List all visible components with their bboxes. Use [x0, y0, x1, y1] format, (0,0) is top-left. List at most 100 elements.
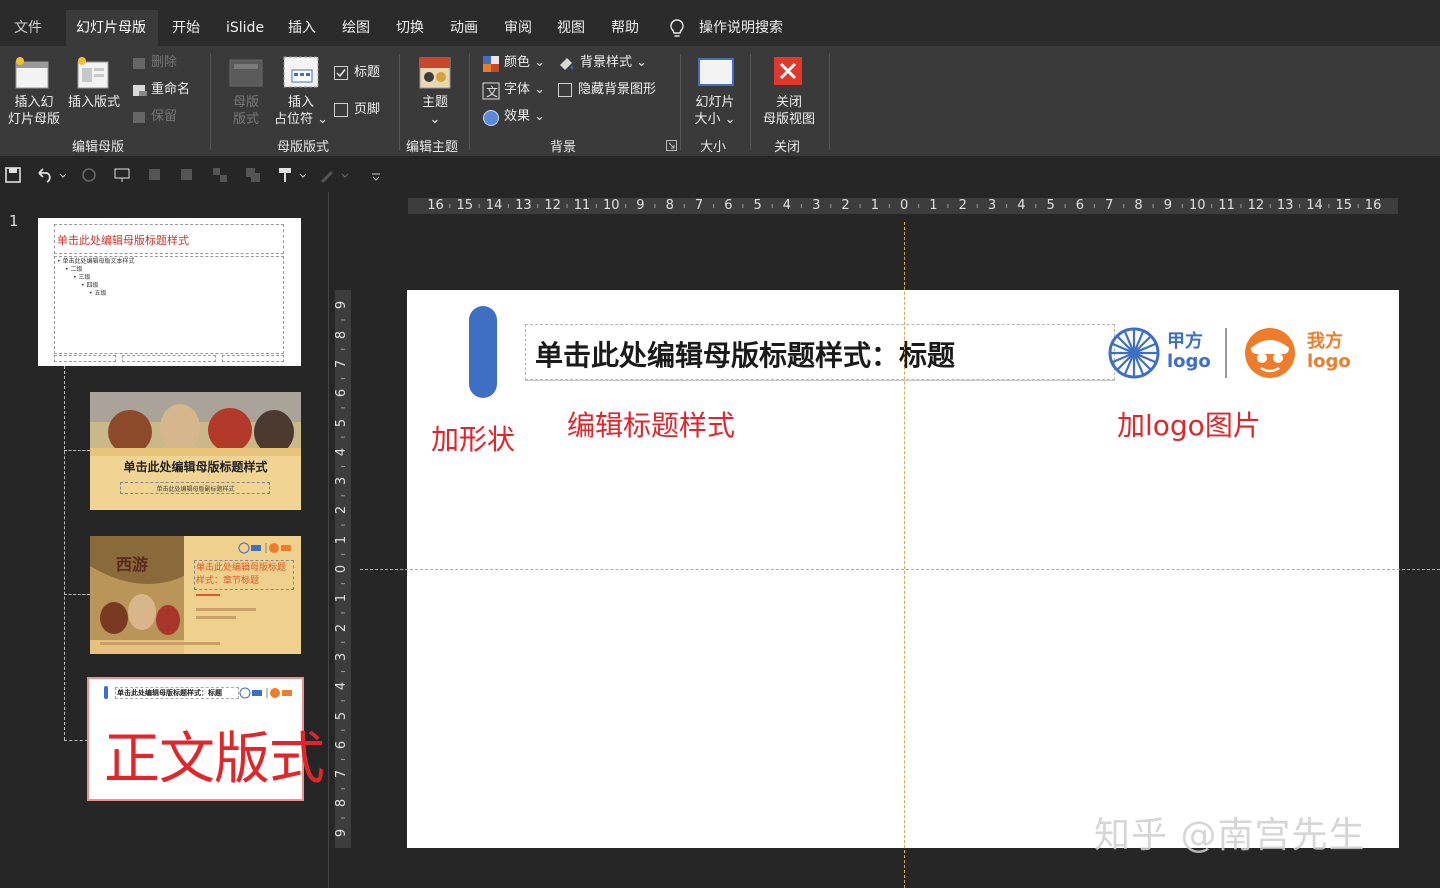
- ruler-label: 10: [1189, 198, 1206, 213]
- save-icon[interactable]: [4, 166, 22, 184]
- delete-button[interactable]: 删除: [151, 53, 177, 73]
- ruler-label: 11: [1218, 198, 1235, 213]
- close-master-view-icon: [774, 57, 802, 85]
- rename-button[interactable]: 重命名: [151, 80, 190, 100]
- tab-slide-master[interactable]: 幻灯片母版: [66, 10, 158, 46]
- ruler-label: 4: [334, 447, 350, 456]
- footer-checkbox-label[interactable]: 页脚: [354, 100, 380, 120]
- fonts-button[interactable]: 字体 ⌄: [504, 80, 545, 100]
- characters-image: [90, 392, 301, 456]
- colors-button[interactable]: 颜色 ⌄: [504, 53, 545, 73]
- format-painter-icon[interactable]: [276, 166, 294, 184]
- tab-review[interactable]: 审阅: [500, 10, 536, 46]
- thumb-text-line: [100, 642, 220, 645]
- bring-forward-icon[interactable]: [178, 166, 196, 184]
- pane-divider[interactable]: [328, 192, 329, 888]
- our-logo-icon[interactable]: [1243, 326, 1297, 380]
- close-master-view-button[interactable]: 关闭 母版视图: [756, 94, 822, 128]
- client-logo-text: 甲方 logo: [1167, 331, 1211, 372]
- tab-help[interactable]: 帮助: [607, 10, 643, 46]
- rounded-shape[interactable]: [469, 306, 497, 398]
- thumbnail-layout-section[interactable]: 西游 单击此处编辑母版标题样式：章节标题: [90, 536, 301, 654]
- ribbon: 插入幻 灯片母版 插入版式 删除 重命名 保留 编辑母版 母版 版式 插入 占位…: [0, 46, 1440, 156]
- preserve-button[interactable]: 保留: [151, 107, 177, 127]
- ruler-label: 1: [929, 198, 938, 213]
- insert-layout-button[interactable]: 插入版式: [64, 94, 124, 111]
- tab-animations[interactable]: 动画: [446, 10, 482, 46]
- thumbnail-layout-title[interactable]: 单击此处编辑母版标题样式 单击此处编辑母版副标题样式: [90, 392, 301, 510]
- tab-file[interactable]: 文件: [10, 10, 46, 46]
- quick-access-toolbar: [0, 160, 400, 192]
- title-underline[interactable]: [525, 380, 1115, 381]
- chevron-down-icon[interactable]: [58, 166, 68, 184]
- horizontal-guide[interactable]: [360, 569, 1440, 570]
- thumb-body: • 单击此处编辑母版文本样式 • 二级 • 三级 • 四级 • 五级: [57, 258, 135, 297]
- ruler-label: 1: [334, 535, 350, 544]
- slide-number: 1: [9, 212, 19, 230]
- ruler-label: 5: [1046, 198, 1055, 213]
- tree-connector: [64, 594, 90, 595]
- insert-slide-master-button[interactable]: 插入幻 灯片母版: [4, 94, 64, 128]
- client-logo-icon[interactable]: [1107, 326, 1161, 380]
- redo-icon[interactable]: [80, 166, 98, 184]
- hide-background-label[interactable]: 隐藏背景图形: [578, 80, 656, 100]
- customize-qat-icon[interactable]: [370, 166, 382, 184]
- chevron-down-icon[interactable]: [340, 166, 350, 184]
- thumb-layout3-title: 单击此处编辑母版标题样式：标题: [117, 689, 222, 697]
- title-checkbox[interactable]: [334, 66, 348, 80]
- group-label-size: 大小: [700, 140, 727, 155]
- tab-home[interactable]: 开始: [168, 10, 204, 46]
- chevron-down-icon[interactable]: [298, 166, 308, 184]
- colors-icon: [483, 56, 499, 72]
- slide-size-button[interactable]: 幻灯片 大小 ⌄: [688, 94, 742, 128]
- annotation-edit-title: 编辑标题样式: [567, 409, 736, 442]
- ruler-label: 9: [636, 198, 645, 213]
- ruler-label: 1: [870, 198, 879, 213]
- vertical-guide[interactable]: [904, 222, 905, 888]
- title-checkbox-label[interactable]: 标题: [354, 63, 380, 83]
- hide-background-checkbox[interactable]: [558, 83, 572, 97]
- group-icon[interactable]: [211, 166, 229, 184]
- tab-insert[interactable]: 插入: [284, 10, 320, 46]
- background-styles-button[interactable]: 背景样式 ⌄: [580, 53, 647, 73]
- undo-icon[interactable]: [36, 166, 54, 184]
- shape-icon[interactable]: [146, 166, 164, 184]
- group-label-background: 背景: [550, 140, 577, 155]
- lightbulb-icon[interactable]: [668, 18, 686, 40]
- rename-icon: [133, 85, 147, 96]
- group-label-master-layout: 母版版式: [277, 140, 330, 155]
- tree-connector: [64, 450, 90, 451]
- tab-draw[interactable]: 绘图: [338, 10, 374, 46]
- slide-title[interactable]: 单击此处编辑母版标题样式：标题: [535, 334, 955, 374]
- effects-button[interactable]: 效果 ⌄: [504, 107, 545, 127]
- master-layout-button[interactable]: 母版 版式: [226, 94, 266, 128]
- ribbon-separator: [399, 54, 400, 150]
- tab-transitions[interactable]: 切换: [392, 10, 428, 46]
- annotation-content-layout: 正文版式: [104, 727, 325, 792]
- ruler-label: 12: [544, 198, 561, 213]
- ruler-label: 10: [603, 198, 620, 213]
- ruler-label: 5: [334, 711, 350, 720]
- present-icon[interactable]: [113, 166, 131, 184]
- footer-checkbox[interactable]: [334, 103, 348, 117]
- thumb-layout2-title: 单击此处编辑母版标题样式：章节标题: [196, 563, 287, 586]
- tab-view[interactable]: 视图: [553, 10, 589, 46]
- ruler-label: 8: [665, 198, 674, 213]
- align-icon[interactable]: [244, 166, 262, 184]
- themes-button[interactable]: 主题 ⌄: [414, 94, 456, 128]
- ribbon-separator: [469, 54, 470, 150]
- vertical-ruler: 9 8 7 6 5 4 3 2 1 0 1 2 3 4 5 6 7 8 9: [334, 290, 351, 848]
- pen-icon[interactable]: [318, 166, 336, 184]
- thumbnail-slide-master[interactable]: 单击此处编辑母版标题样式 • 单击此处编辑母版文本样式 • 二级 • 三级 • …: [38, 218, 301, 366]
- insert-placeholder-button[interactable]: 插入 占位符 ⌄: [272, 94, 330, 128]
- dialog-launcher-icon[interactable]: [666, 140, 677, 151]
- tab-islide[interactable]: iSlide: [222, 10, 268, 46]
- search-tell-me[interactable]: 操作说明搜索: [695, 10, 787, 46]
- thumb-title: 单击此处编辑母版标题样式: [57, 234, 189, 247]
- ruler-label: 2: [958, 198, 967, 213]
- thumb-logos: [239, 687, 292, 699]
- delete-icon: [133, 58, 145, 69]
- group-label-close: 关闭: [774, 140, 801, 155]
- slide-size-icon: [698, 58, 734, 86]
- thumb-logos: [238, 542, 291, 554]
